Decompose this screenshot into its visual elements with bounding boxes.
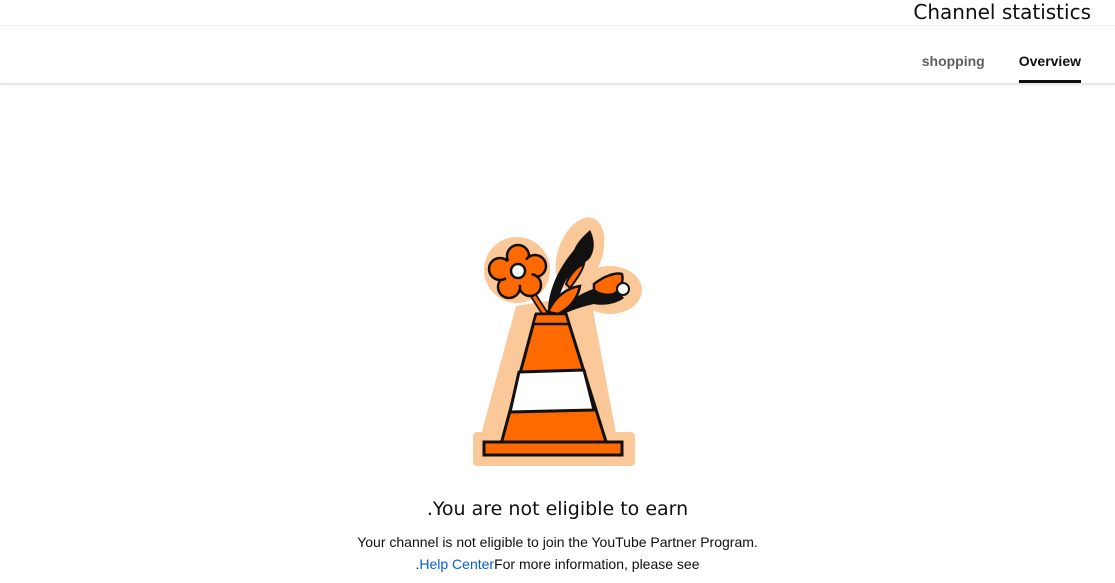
header-divider: [0, 25, 1115, 26]
traffic-cone-with-flowers-icon: [473, 217, 642, 466]
tab-bar: shopping Overview: [910, 44, 1093, 83]
tab-overview-label: Overview: [1018, 53, 1081, 69]
page-title: Channel statistics: [913, 0, 1091, 24]
empty-state-heading: .You are not eligible to earn: [426, 498, 689, 520]
help-center-link[interactable]: Help Center: [419, 556, 494, 572]
empty-state-description: Your channel is not eligible to join the…: [357, 534, 758, 550]
help-suffix: For more information, please see: [494, 556, 700, 572]
tab-shopping-label: shopping: [921, 53, 985, 69]
header: Channel statistics shopping Overview: [0, 0, 1115, 84]
tab-shopping[interactable]: shopping: [910, 44, 1007, 83]
tab-overview[interactable]: Overview: [1007, 44, 1093, 83]
active-tab-underline: [1018, 80, 1081, 83]
page: Channel statistics shopping Overview .Yo…: [0, 0, 1115, 583]
empty-state-help-line: .Help CenterFor more information, please…: [0, 555, 1115, 573]
